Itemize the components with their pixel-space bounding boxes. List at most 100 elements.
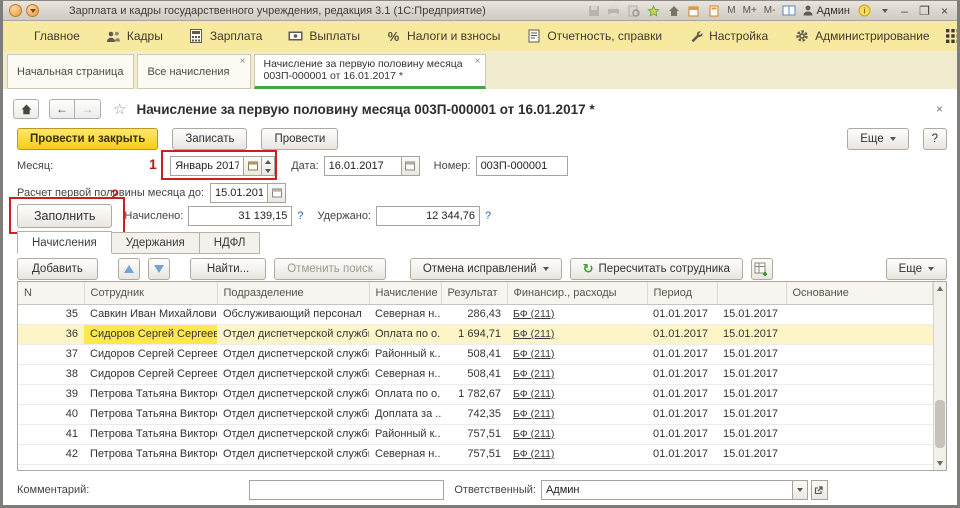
scrollbar-thumb[interactable] [935, 400, 945, 448]
move-down-button[interactable] [148, 258, 170, 280]
comment-input[interactable] [249, 480, 444, 500]
calendar-icon[interactable] [685, 3, 702, 18]
fill-button[interactable]: Заполнить [17, 204, 112, 228]
tab-close-icon[interactable]: × [475, 57, 481, 67]
date-calendar-icon[interactable] [402, 156, 420, 176]
financing-link[interactable]: БФ (211) [513, 448, 554, 460]
print-preview-icon[interactable] [625, 3, 642, 18]
financing-link[interactable]: БФ (211) [513, 408, 554, 420]
app-menu-icon[interactable] [9, 4, 22, 17]
menu-item-administrirovanie[interactable]: Администрирование [781, 21, 942, 51]
withheld-input[interactable] [376, 206, 480, 226]
menu-item-nastroyka[interactable]: Настройка [675, 21, 781, 51]
save-icon[interactable] [585, 3, 602, 18]
financing-link[interactable]: БФ (211) [513, 328, 554, 340]
forward-button[interactable]: → [75, 99, 101, 119]
menu-item-vyplaty[interactable]: Выплаты [275, 21, 373, 51]
menu-item-nalogi[interactable]: % Налоги и взносы [373, 21, 513, 51]
month-input[interactable] [170, 156, 244, 176]
more-button[interactable]: Еще [847, 128, 908, 150]
table-row[interactable]: 36Сидоров Сергей СергеевичОтдел диспетче… [18, 324, 933, 344]
calc-until-calendar-icon[interactable] [268, 183, 286, 203]
menu-item-zarplata[interactable]: Зарплата [176, 21, 276, 51]
close-form-icon[interactable]: × [936, 102, 949, 116]
save-button[interactable]: Записать [172, 128, 247, 150]
tab-deductions[interactable]: Удержания [112, 232, 200, 254]
tab-home-page[interactable]: Начальная страница [7, 54, 134, 89]
column-header[interactable]: Сотрудник [84, 282, 217, 304]
tab-ndfl[interactable]: НДФЛ [200, 232, 261, 254]
print-icon[interactable] [605, 3, 622, 18]
responsible-open-link-icon[interactable] [811, 480, 828, 500]
app-menu-dropdown-icon[interactable] [26, 4, 39, 17]
column-header[interactable]: Основание [786, 282, 933, 304]
tab-all-accruals[interactable]: Все начисления × [137, 54, 250, 89]
accrued-help-link[interactable]: ? [297, 210, 303, 222]
financing-link[interactable]: БФ (211) [513, 428, 554, 440]
date-input[interactable] [324, 156, 402, 176]
add-row-button[interactable]: Добавить [17, 258, 98, 280]
column-header[interactable]: Финансир., расходы [507, 282, 647, 304]
tab-accrual-document[interactable]: Начисление за первую половину месяца 003… [254, 54, 486, 89]
accrued-input[interactable] [188, 206, 292, 226]
find-button[interactable]: Найти... [190, 258, 266, 280]
financing-link[interactable]: БФ (211) [513, 308, 554, 320]
minimize-button[interactable]: – [896, 3, 913, 18]
table-row[interactable]: 39Петрова Татьяна ВикторовнаОтдел диспет… [18, 384, 933, 404]
undo-fixes-button[interactable]: Отмена исправлений [410, 258, 562, 280]
info-dropdown-icon[interactable] [876, 3, 893, 18]
tab-accruals[interactable]: Начисления [17, 231, 112, 254]
calc-until-input[interactable] [210, 183, 268, 203]
responsible-dropdown-icon[interactable] [793, 480, 808, 500]
calculator-tool-icon[interactable] [705, 3, 722, 18]
cancel-search-button[interactable]: Отменить поиск [274, 258, 386, 280]
close-window-button[interactable]: × [936, 3, 953, 18]
responsible-input[interactable] [541, 480, 793, 500]
menu-item-kadry[interactable]: Кадры [93, 21, 176, 51]
table-row[interactable]: 37Сидоров Сергей СергеевичОтдел диспетче… [18, 344, 933, 364]
home-icon[interactable] [665, 3, 682, 18]
column-header[interactable]: Период [647, 282, 717, 304]
tab-close-icon[interactable]: × [240, 57, 246, 67]
table-row[interactable]: 38Сидоров Сергей СергеевичОтдел диспетче… [18, 364, 933, 384]
column-header[interactable]: Результат [441, 282, 507, 304]
favorite-star-icon[interactable]: ☆ [113, 100, 126, 118]
current-user[interactable]: Админ [800, 5, 853, 17]
financing-link[interactable]: БФ (211) [513, 348, 554, 360]
menu-item-glavnoe[interactable]: Главное [21, 21, 93, 51]
column-header[interactable]: Начисление [369, 282, 441, 304]
recalc-employee-button[interactable]: ↻Пересчитать сотрудника [570, 258, 743, 280]
table-row[interactable]: 41Петрова Татьяна ВикторовнаОтдел диспет… [18, 424, 933, 444]
grid-more-button[interactable]: Еще [886, 258, 947, 280]
column-header[interactable] [717, 282, 786, 304]
help-button[interactable]: ? [923, 128, 947, 150]
column-header[interactable]: Подразделение [217, 282, 369, 304]
post-button[interactable]: Провести [261, 128, 338, 150]
table-row[interactable]: 42Петрова Татьяна ВикторовнаОтдел диспет… [18, 444, 933, 464]
maximize-button[interactable]: ❐ [916, 3, 933, 18]
split-window-icon[interactable] [780, 3, 797, 18]
month-calendar-icon[interactable] [244, 156, 262, 176]
post-and-close-button[interactable]: Провести и закрыть [17, 128, 158, 150]
memory-mplus-button[interactable]: M+ [741, 5, 759, 16]
info-icon[interactable]: i [856, 3, 873, 18]
add-favorite-icon[interactable] [645, 3, 662, 18]
financing-link[interactable]: БФ (211) [513, 388, 554, 400]
number-input[interactable] [476, 156, 568, 176]
scroll-up-icon[interactable] [934, 282, 946, 295]
table-row[interactable]: 35Савкин Иван МихайловичОбслуживающий пе… [18, 304, 933, 324]
back-button[interactable]: ← [49, 99, 75, 119]
scroll-down-icon[interactable] [934, 457, 946, 470]
table-row[interactable]: 40Петрова Татьяна ВикторовнаОтдел диспет… [18, 404, 933, 424]
home-nav-button[interactable] [13, 99, 39, 119]
withheld-help-link[interactable]: ? [485, 210, 491, 222]
financing-link[interactable]: БФ (211) [513, 368, 554, 380]
add-table-icon-button[interactable] [751, 258, 773, 280]
vertical-scrollbar[interactable] [933, 282, 946, 470]
month-spinner[interactable] [262, 156, 275, 176]
column-header[interactable]: N [18, 282, 84, 304]
memory-m-button[interactable]: M [725, 5, 737, 16]
all-functions-grid-icon[interactable] [943, 26, 960, 46]
memory-mminus-button[interactable]: M- [762, 5, 778, 16]
move-up-button[interactable] [118, 258, 140, 280]
